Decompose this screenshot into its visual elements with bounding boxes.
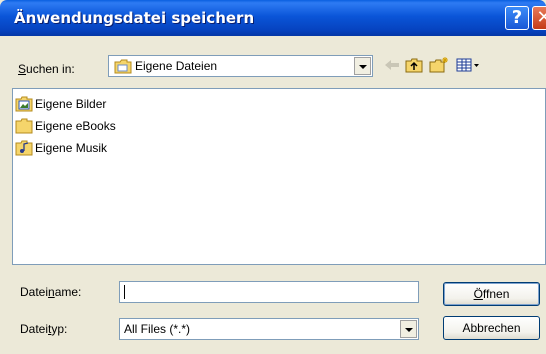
folder-icon <box>15 118 33 134</box>
filetype-label-post: yp: <box>51 322 68 336</box>
filetype-label: Dateityp: <box>20 322 67 336</box>
look-in-label-rest: uchen in: <box>26 62 75 76</box>
file-name: Eigene Bilder <box>35 97 107 111</box>
filetype-label-pre: Datei <box>20 322 49 336</box>
look-in-label: Suchen in: <box>18 62 75 76</box>
filename-label-post: ame: <box>54 285 82 299</box>
filename-accel: n <box>48 285 55 299</box>
close-button[interactable]: ✕ <box>532 6 546 30</box>
help-button[interactable]: ? <box>505 6 529 30</box>
file-list[interactable]: Eigene Bilder Eigene eBooks Eigene Musik <box>12 88 546 265</box>
view-menu-icon[interactable] <box>456 56 482 74</box>
pictures-folder-icon <box>15 96 33 112</box>
look-in-dropdown-button[interactable] <box>354 57 371 75</box>
up-folder-icon[interactable] <box>405 56 423 74</box>
file-name: Eigene eBooks <box>35 119 116 133</box>
filetype-select[interactable]: All Files (*.*) <box>119 318 419 340</box>
filename-label-pre: Datei <box>20 285 49 299</box>
filename-input[interactable] <box>119 281 419 303</box>
look-in-combobox[interactable]: Eigene Dateien <box>108 55 373 77</box>
cancel-button[interactable]: Abbrechen <box>443 316 540 340</box>
new-folder-icon[interactable] <box>429 56 449 74</box>
music-folder-icon <box>15 140 33 156</box>
text-caret <box>124 285 125 299</box>
filetype-value: All Files (*.*) <box>124 322 191 336</box>
filetype-dropdown-button[interactable] <box>400 320 417 338</box>
filename-label: Dateiname: <box>20 285 81 299</box>
back-arrow-icon[interactable] <box>383 56 401 74</box>
look-in-accel: S <box>18 62 27 76</box>
window-title: Änwendungsdatei speichern <box>14 9 255 27</box>
title-bar[interactable]: Änwendungsdatei speichern ? ✕ <box>0 0 546 36</box>
file-name: Eigene Musik <box>35 141 108 155</box>
look-in-value: Eigene Dateien <box>135 59 218 73</box>
open-label: ffnen <box>482 287 510 301</box>
open-button[interactable]: Öffnen <box>443 282 540 306</box>
open-accel: Ö <box>473 287 483 301</box>
folder-icon <box>114 59 132 74</box>
